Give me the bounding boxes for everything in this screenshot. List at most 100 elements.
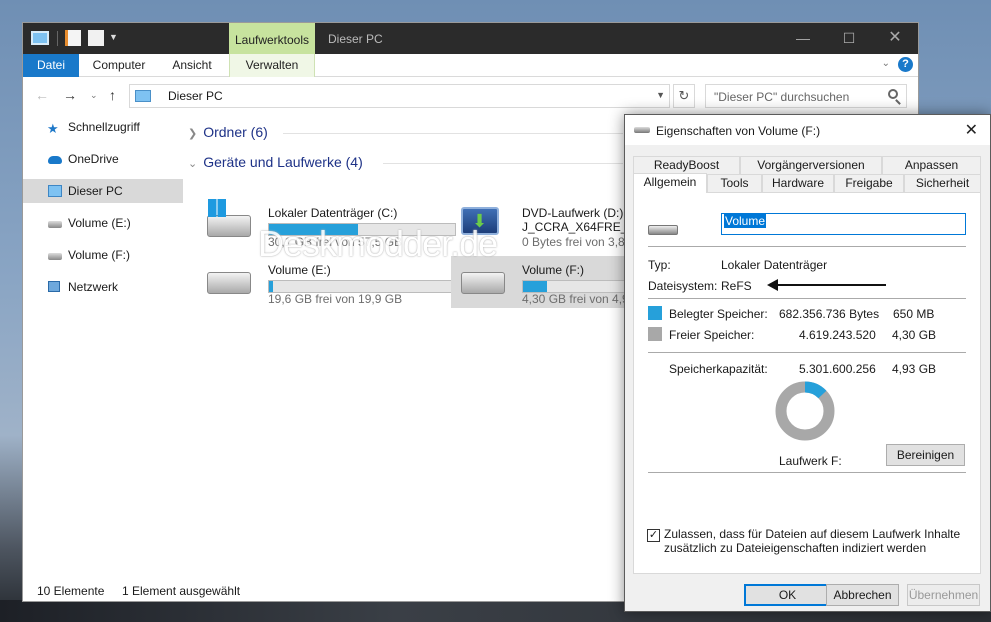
group-divider [383, 163, 623, 164]
customize-toolbar-icon[interactable]: ▼ [109, 32, 118, 42]
up-arrow-icon[interactable]: ↑ [109, 87, 116, 103]
chevron-right-icon: ❯ [188, 128, 198, 140]
sidebar-item-label: Dieser PC [68, 184, 123, 198]
drive-name: Volume (F:) [522, 263, 585, 277]
tab-anpassen[interactable]: Anpassen [882, 156, 981, 174]
general-tab-panel: Volume Typ: Lokaler Datenträger Dateisys… [633, 192, 981, 574]
cleanup-button[interactable]: Bereinigen [886, 444, 965, 466]
drive-name: Lokaler Datenträger (C:) [268, 206, 398, 220]
title-bar: ▼ Laufwerktools Dieser PC — ☐ ✕ [23, 23, 918, 54]
filesystem-value: ReFS [721, 279, 752, 293]
sidebar-item-label: Netzwerk [68, 280, 119, 294]
back-arrow-icon[interactable]: ← [35, 87, 49, 103]
sidebar-item-quick-access[interactable]: ★ Schnellzugriff [23, 115, 183, 139]
tab-ansicht[interactable]: Ansicht [159, 54, 225, 77]
status-item-count: 10 Elemente [37, 584, 105, 598]
drive-usage-fill [523, 281, 548, 292]
drive-name: Volume (E:) [268, 263, 331, 277]
this-pc-icon[interactable] [31, 31, 49, 45]
recent-locations-icon[interactable]: ⌄ [90, 90, 98, 101]
annotation-arrow [767, 279, 886, 291]
group-devices-header[interactable]: ⌄ Geräte und Laufwerke (4) [188, 154, 363, 170]
new-folder-icon[interactable] [88, 30, 104, 46]
cancel-button[interactable]: Abbrechen [826, 584, 899, 606]
tab-computer[interactable]: Computer [79, 54, 159, 77]
sidebar-item-volume-e[interactable]: Volume (E:) [23, 211, 183, 235]
toolbar-separator [57, 31, 58, 46]
index-checkbox[interactable]: ✓ [647, 529, 660, 542]
forward-arrow-icon[interactable]: → [63, 87, 77, 103]
capacity-size: 4,93 GB [892, 362, 937, 376]
tab-verwalten[interactable]: Verwalten [229, 54, 315, 77]
dialog-title-bar: Eigenschaften von Volume (F:) ✕ [625, 115, 990, 145]
help-icon[interactable]: ? [898, 57, 913, 72]
sidebar-item-onedrive[interactable]: OneDrive [23, 147, 183, 171]
windows-drive-icon [207, 199, 251, 237]
tab-tools[interactable]: Tools [707, 174, 762, 192]
expand-ribbon-icon[interactable]: ⌄ [882, 58, 890, 69]
star-icon: ★ [47, 121, 59, 136]
group-folders-header[interactable]: ❯ Ordner (6) [188, 124, 268, 140]
tab-vorgaengerversionen[interactable]: Vorgängerversionen [740, 156, 882, 174]
maximize-icon[interactable]: ☐ [826, 23, 872, 54]
refresh-icon[interactable]: ↻ [673, 84, 695, 108]
drive-icon [634, 127, 650, 133]
checkmark-icon: ✓ [648, 529, 659, 541]
tab-freigabe[interactable]: Freigabe [834, 174, 904, 192]
tab-allgemein[interactable]: Allgemein [633, 173, 707, 193]
tab-datei[interactable]: Datei [23, 54, 79, 77]
window-title: Dieser PC [328, 32, 383, 46]
chevron-down-icon[interactable]: ▼ [656, 90, 665, 100]
sidebar-item-label: Volume (E:) [68, 216, 131, 230]
capacity-bytes: 5.301.600.256 [799, 362, 876, 376]
tab-sicherheit[interactable]: Sicherheit [904, 174, 981, 192]
this-pc-icon [135, 90, 151, 102]
address-text: Dieser PC [168, 89, 223, 103]
used-space-swatch [648, 306, 662, 320]
properties-dialog: Eigenschaften von Volume (F:) ✕ ReadyBoo… [624, 114, 991, 612]
search-input[interactable]: "Dieser PC" durchsuchen [705, 84, 907, 108]
apply-button[interactable]: Übernehmen [907, 584, 980, 606]
close-icon[interactable]: ✕ [965, 120, 978, 140]
close-icon[interactable]: ✕ [872, 23, 918, 54]
free-space-label: Freier Speicher: [669, 328, 755, 342]
address-bar[interactable]: Dieser PC ▼ [129, 84, 670, 108]
group-label: Ordner (6) [203, 124, 268, 140]
sidebar-item-label: Volume (F:) [68, 248, 131, 262]
free-space-bytes: 4.619.243.520 [799, 328, 876, 342]
divider [648, 472, 966, 473]
tab-readyboost[interactable]: ReadyBoost [633, 156, 740, 174]
dialog-title: Eigenschaften von Volume (F:) [656, 124, 821, 138]
drive-icon [48, 221, 62, 228]
free-space-swatch [648, 327, 662, 341]
chevron-down-icon: ⌄ [188, 158, 198, 170]
properties-icon[interactable] [65, 30, 81, 46]
used-space-size: 650 MB [893, 307, 935, 321]
volume-name-input[interactable]: Volume [721, 213, 966, 235]
sidebar-item-this-pc[interactable]: Dieser PC [23, 179, 183, 203]
used-space-bytes: 682.356.736 Bytes [779, 307, 880, 321]
drive-free-space: 19,6 GB frei von 19,9 GB [268, 292, 403, 306]
network-icon [48, 281, 60, 292]
divider [648, 246, 966, 247]
drive-name: DVD-Laufwerk (D:) [522, 206, 624, 220]
usage-donut-chart [775, 381, 835, 441]
type-label: Typ: [648, 258, 671, 272]
group-label: Geräte und Laufwerke (4) [203, 154, 363, 170]
minimize-icon[interactable]: — [780, 23, 826, 54]
drive-icon [648, 225, 678, 235]
sidebar-item-volume-f[interactable]: Volume (F:) [23, 243, 183, 267]
index-checkbox-label: Zulassen, dass für Dateien auf diesem La… [664, 527, 961, 555]
filesystem-label: Dateisystem: [648, 279, 718, 293]
capacity-label: Speicherkapazität: [669, 362, 768, 376]
divider [648, 352, 966, 353]
navigation-bar: ← → ⌄ ↑ Dieser PC ▼ ↻ "Dieser PC" durchs… [23, 77, 918, 113]
drive-icon [207, 272, 251, 294]
sidebar-item-network[interactable]: Netzwerk [23, 275, 183, 299]
search-placeholder: "Dieser PC" durchsuchen [714, 90, 850, 104]
watermark: Deskmodder.de [258, 223, 498, 264]
ok-button[interactable]: OK [744, 584, 831, 606]
drive-letter-label: Laufwerk F: [779, 454, 842, 468]
group-divider [283, 133, 623, 134]
tab-hardware[interactable]: Hardware [762, 174, 834, 192]
